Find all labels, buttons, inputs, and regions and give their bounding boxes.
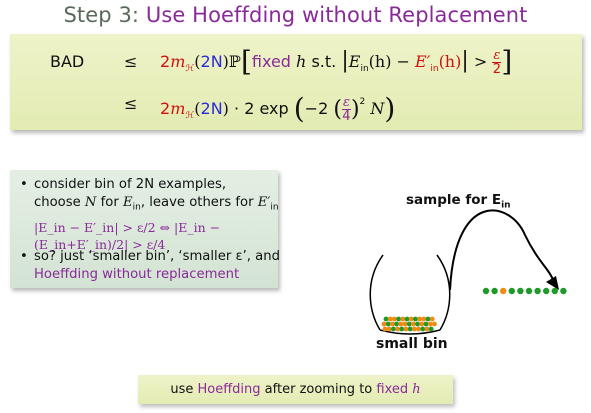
sample-ball	[534, 287, 541, 295]
bin-ball	[402, 321, 408, 327]
bin-ball	[412, 326, 417, 332]
sample-ball	[517, 287, 524, 295]
bin-ball	[385, 321, 391, 327]
bin-ball	[415, 321, 420, 327]
sample-ball	[551, 287, 558, 295]
bin-ball	[399, 326, 405, 332]
bin-ball	[390, 321, 395, 327]
bin-ball	[387, 316, 393, 322]
bin-ball	[420, 326, 426, 332]
sample-ball	[491, 287, 498, 295]
bin-ball	[398, 321, 404, 327]
bottom-fixed: fixed	[376, 382, 413, 397]
arrow-head	[546, 276, 559, 290]
bottom-middle: after zooming to	[260, 382, 377, 397]
bin-ball	[417, 316, 422, 322]
bin-ball	[406, 321, 412, 327]
bin-ball	[423, 321, 429, 327]
bin-ball	[386, 326, 392, 332]
sample-ball	[525, 287, 533, 295]
bin-ball	[392, 316, 397, 322]
sample-arrow	[449, 209, 554, 291]
sample-ball	[500, 287, 507, 295]
sample-ball	[482, 287, 490, 295]
bin-ball	[382, 326, 388, 332]
bin-ball	[419, 321, 425, 327]
bin-ball	[425, 316, 431, 322]
bottom-hoeffding: Hoeffding	[197, 382, 261, 397]
bin-ball	[408, 316, 414, 322]
bin-ball	[416, 326, 421, 332]
bin-balls	[381, 316, 437, 332]
bin-ball	[400, 316, 406, 322]
bin-ball	[404, 316, 410, 322]
sample-balls	[482, 287, 567, 295]
bin-label: small bin	[376, 336, 448, 352]
bottom-box: use Hoeffding after zooming to fixed h	[138, 375, 453, 404]
bin-ball	[403, 326, 409, 332]
bin-ball	[396, 316, 401, 322]
bottom-h: h	[412, 382, 421, 397]
bin-ball	[432, 321, 437, 327]
bin-ball	[427, 321, 433, 327]
bottom-prefix: use	[170, 382, 198, 397]
bin-ball	[428, 326, 434, 332]
bin-right-rim	[436, 254, 451, 331]
bin-ball	[391, 326, 396, 332]
bin-ball	[395, 326, 400, 332]
bin-diagram	[369, 209, 567, 335]
sample-ball	[560, 287, 567, 295]
sample-ball	[508, 287, 515, 295]
bin-ball	[383, 316, 389, 322]
bin-ball	[394, 321, 399, 327]
sample-ball	[543, 287, 550, 295]
bin-ball	[411, 321, 416, 327]
bin-ball	[413, 316, 418, 322]
bin-ball	[407, 326, 413, 332]
bin-ball	[429, 316, 435, 322]
bin-ball	[421, 316, 427, 322]
bin-ball	[381, 321, 387, 327]
bin-ball	[424, 326, 430, 332]
bin-left-rim	[369, 254, 384, 331]
